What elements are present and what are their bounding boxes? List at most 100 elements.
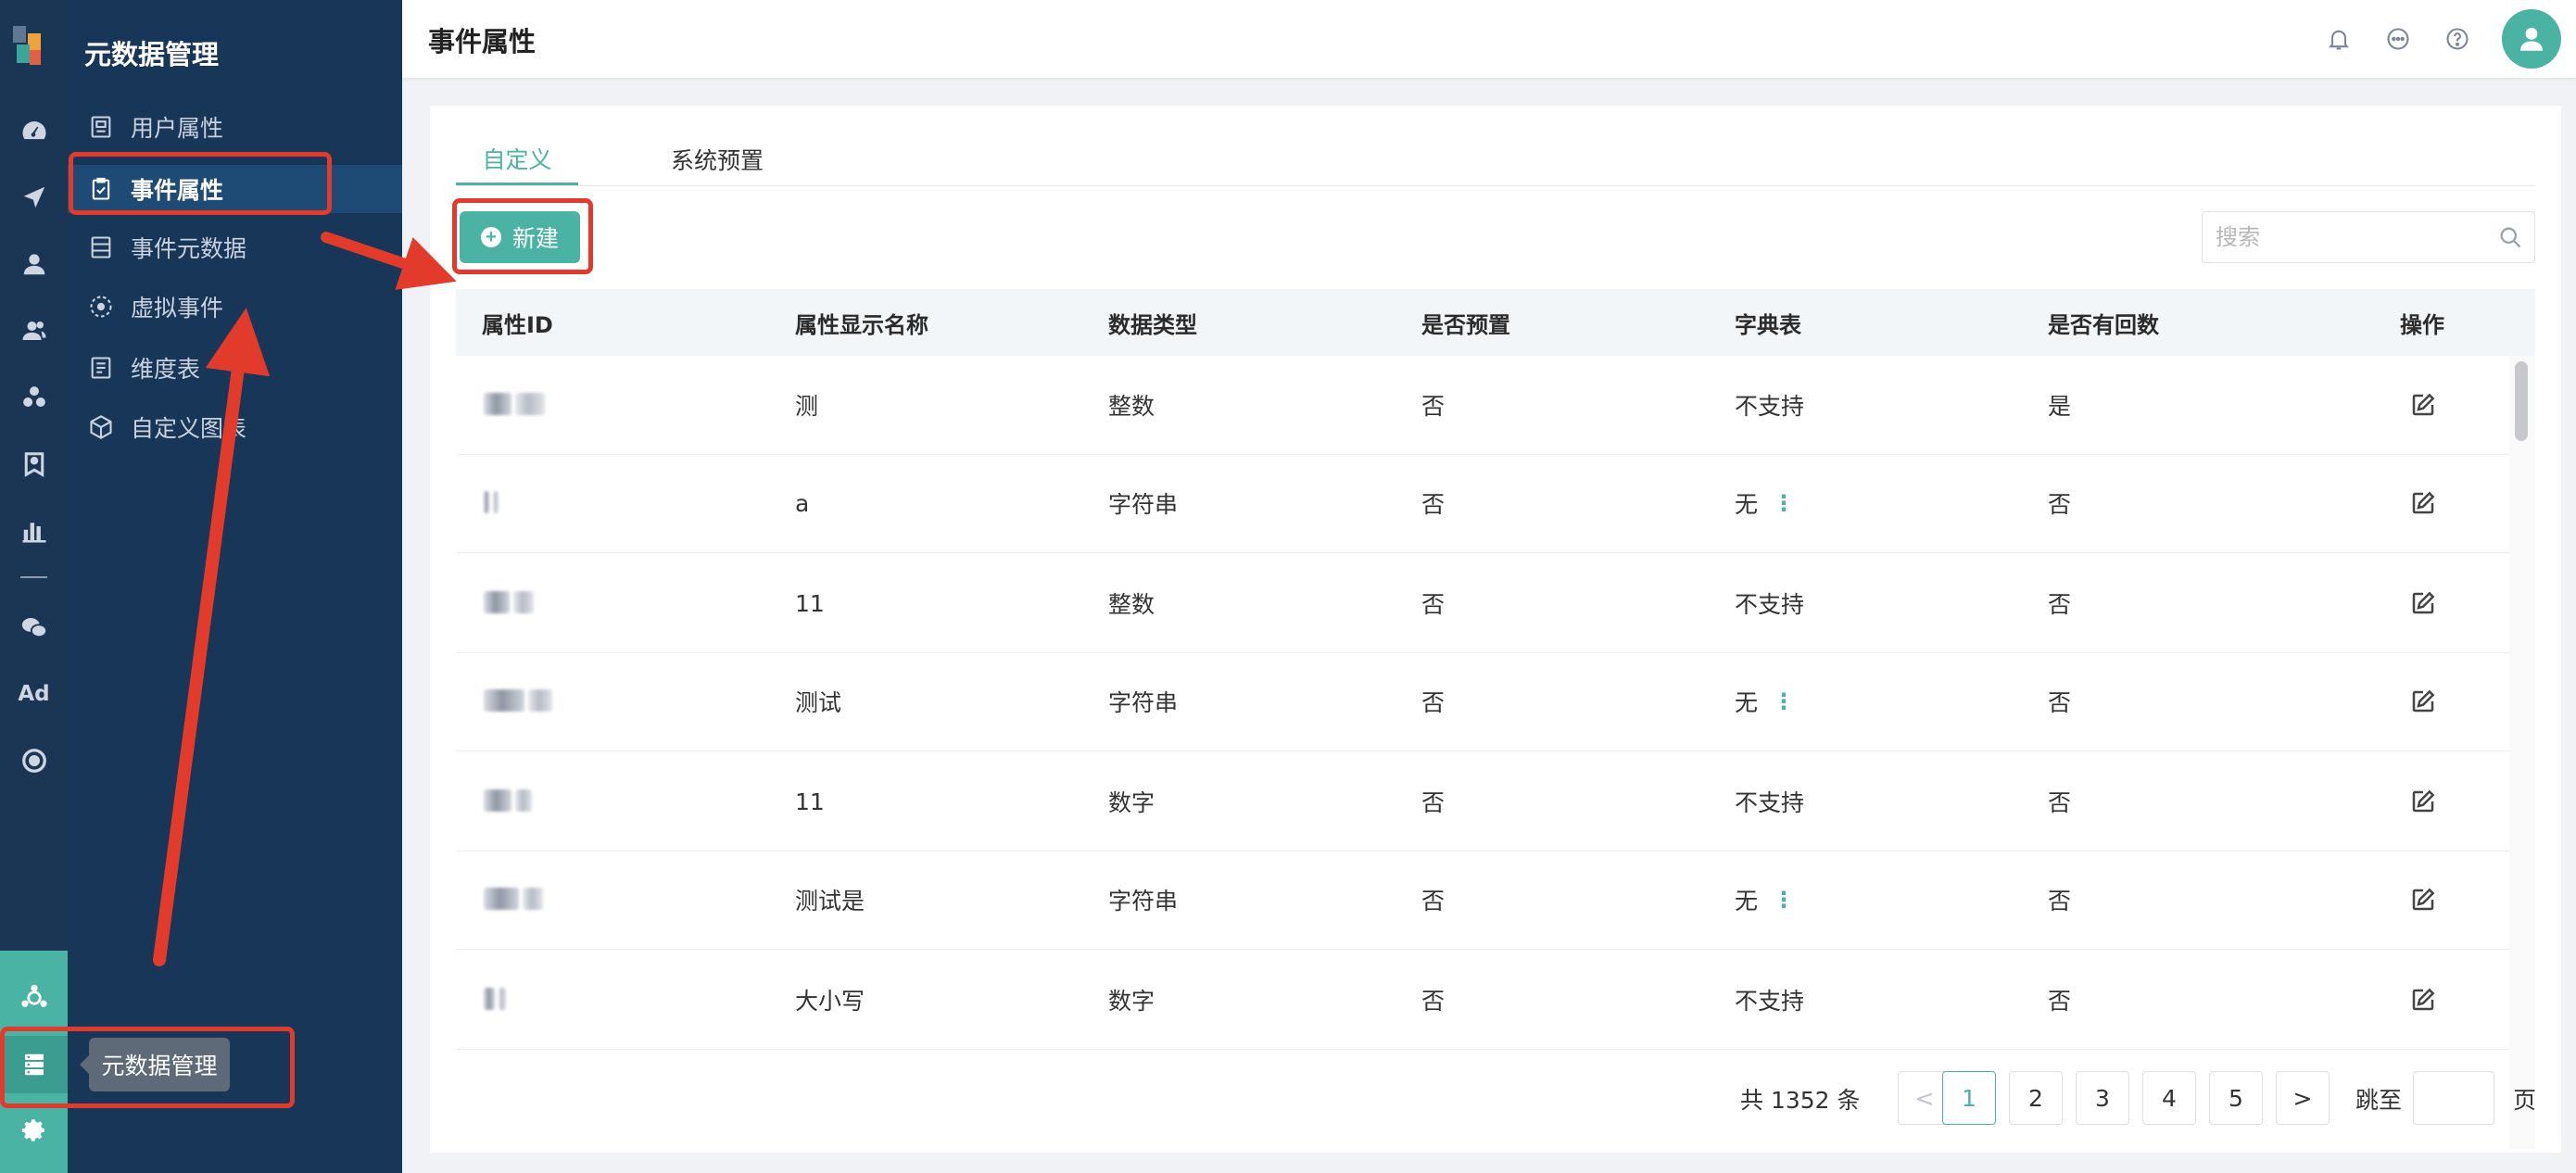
scrollbar-thumb[interactable]: [2515, 361, 2528, 441]
tab-system-preset[interactable]: 系统预置: [641, 133, 793, 185]
annotation-box-event-attributes: [69, 152, 332, 215]
cell-dictionary: 无 ⋮: [1735, 688, 1796, 716]
wechat-icon[interactable]: [0, 602, 68, 652]
dashboard-icon[interactable]: [0, 106, 68, 156]
edit-icon[interactable]: [2409, 886, 2437, 914]
cell-data-type: 数字: [1108, 988, 1155, 1015]
cell-backflow: 否: [2048, 888, 2072, 914]
redacted-id-blur: [484, 888, 519, 910]
cell-backflow: 否: [2048, 988, 2072, 1015]
bookmark-user-icon[interactable]: [0, 439, 68, 489]
dimension-table-icon: [91, 357, 111, 379]
top-header: 事件属性: [402, 0, 2576, 78]
settings-gear-icon[interactable]: [0, 1106, 68, 1156]
icon-rail: Ad: [0, 0, 68, 1173]
avatar[interactable]: [2502, 9, 2561, 69]
annotation-box-new-button: [452, 198, 593, 274]
menu-item-event-metadata[interactable]: 事件元数据: [68, 224, 402, 271]
pagination-jump-label: 跳至: [2355, 1087, 2403, 1114]
cell-display-name: 11: [795, 589, 825, 617]
search-icon[interactable]: [2497, 224, 2523, 250]
cell-data-type: 数字: [1108, 789, 1155, 816]
pagination-page-2[interactable]: 2: [2009, 1071, 2063, 1125]
more-vertical-icon[interactable]: ⋮: [1773, 688, 1795, 714]
cell-backflow: 否: [2048, 491, 2072, 518]
ad-icon[interactable]: Ad: [0, 669, 68, 719]
redacted-id-blur: [484, 591, 510, 613]
more-vertical-icon[interactable]: ⋮: [1773, 490, 1795, 516]
rail-divider: [20, 576, 47, 578]
user-avatar-icon: [2519, 27, 2544, 51]
pagination-page-label: 页: [2513, 1087, 2537, 1114]
menu-item-custom-charts[interactable]: 自定义图表: [68, 404, 402, 450]
edit-icon[interactable]: [2409, 986, 2437, 1014]
menu-item-dimension-tables[interactable]: 维度表: [68, 345, 402, 391]
pagination-jump-input[interactable]: [2413, 1071, 2494, 1125]
annotation-box-metadata-menu: [0, 1027, 295, 1108]
more-vertical-icon[interactable]: ⋮: [1773, 887, 1795, 913]
table-row: 测 整数 否 不支持 是: [456, 356, 2509, 455]
cell-preset: 否: [1421, 491, 1446, 518]
edit-icon[interactable]: [2409, 687, 2437, 715]
user-icon[interactable]: [0, 239, 68, 289]
table-row: 测试是 字符串 否 无 ⋮ 否: [456, 851, 2509, 950]
cluster-icon[interactable]: [0, 372, 68, 423]
notification-bell-icon[interactable]: [2320, 20, 2357, 57]
cell-dictionary: 不支持: [1735, 393, 1805, 420]
menu-title: 元数据管理: [84, 39, 220, 70]
cell-display-name: 测试是: [795, 888, 865, 914]
table-row: 11 数字 否 不支持 否: [456, 752, 2509, 851]
cell-backflow: 否: [2048, 789, 2072, 816]
cell-backflow: 否: [2048, 689, 2072, 716]
virtual-event-icon: [90, 296, 112, 318]
redacted-id-blur: [493, 491, 499, 513]
menu-item-virtual-events[interactable]: 虚拟事件: [68, 284, 402, 330]
search-box: [2202, 211, 2535, 263]
pagination-page-3[interactable]: 3: [2076, 1071, 2129, 1125]
cell-display-name: a: [795, 489, 810, 517]
redacted-id-blur: [515, 393, 545, 415]
cell-data-type: 字符串: [1108, 491, 1179, 518]
send-icon[interactable]: [0, 172, 68, 222]
edit-icon[interactable]: [2409, 589, 2437, 617]
table-row: 11 整数 否 不支持 否: [456, 554, 2509, 653]
column-header-dictionary: 字典表: [1735, 311, 1801, 338]
column-header-backflow: 是否有回数: [2048, 311, 2159, 338]
edit-icon[interactable]: [2409, 391, 2437, 419]
database-list-icon: [91, 236, 111, 259]
menu-item-user-attributes[interactable]: 用户属性: [68, 104, 402, 150]
insight-icon[interactable]: [0, 973, 68, 1023]
content-card: 自定义 系统预置 + 新建 属性ID 属性显示名称 数据类型 是否预置 字典表 …: [430, 106, 2561, 1153]
pagination-page-5[interactable]: 5: [2209, 1071, 2263, 1125]
pagination-page-1[interactable]: 1: [1942, 1071, 1996, 1125]
cell-display-name: 大小写: [795, 988, 865, 1015]
pagination-page-4[interactable]: 4: [2142, 1071, 2196, 1125]
table-row: 测试 字符串 否 无 ⋮ 否: [456, 652, 2509, 751]
redacted-id-blur: [523, 888, 543, 910]
tab-divider: [456, 185, 2535, 186]
redacted-id-blur: [528, 689, 552, 712]
cell-dictionary: 不支持: [1735, 591, 1805, 618]
cell-preset: 否: [1421, 888, 1446, 914]
target-icon[interactable]: [0, 736, 68, 786]
cell-data-type: 字符串: [1108, 888, 1179, 914]
edit-icon[interactable]: [2409, 489, 2437, 517]
message-icon[interactable]: [2380, 20, 2417, 57]
cell-preset: 否: [1421, 591, 1446, 618]
table-row: a 字符串 否 无 ⋮ 否: [456, 454, 2509, 553]
pagination-total: 共 1352 条: [1740, 1087, 1861, 1114]
redacted-id-blur: [484, 393, 511, 415]
cell-display-name: 测: [795, 393, 819, 420]
user-group-icon[interactable]: [0, 306, 68, 356]
tab-custom[interactable]: 自定义: [456, 133, 578, 185]
redacted-id-blur: [515, 789, 532, 812]
scrollbar-track[interactable]: [2509, 356, 2535, 1149]
edit-icon[interactable]: [2409, 788, 2437, 815]
page-title: 事件属性: [428, 26, 537, 57]
redacted-id-blur: [484, 988, 495, 1010]
pagination-next-button[interactable]: >: [2276, 1071, 2330, 1125]
search-input[interactable]: [2203, 212, 2490, 262]
app-logo: [13, 26, 50, 67]
help-icon[interactable]: [2439, 20, 2476, 57]
bar-chart-icon[interactable]: [0, 506, 68, 556]
